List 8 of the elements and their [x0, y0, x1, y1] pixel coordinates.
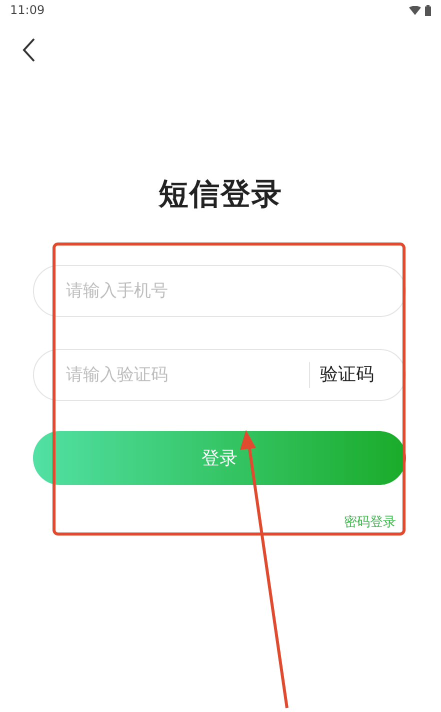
back-icon[interactable] — [22, 38, 36, 62]
wifi-icon — [409, 6, 421, 14]
status-time: 11:09 — [10, 2, 45, 19]
password-login-link[interactable]: 密码登录 — [344, 513, 396, 532]
battery-icon — [425, 4, 431, 16]
page-title: 短信登录 — [157, 176, 284, 214]
phone-field[interactable]: 请输入手机号 — [33, 265, 406, 317]
get-code-button[interactable]: 验证码 — [309, 362, 406, 388]
